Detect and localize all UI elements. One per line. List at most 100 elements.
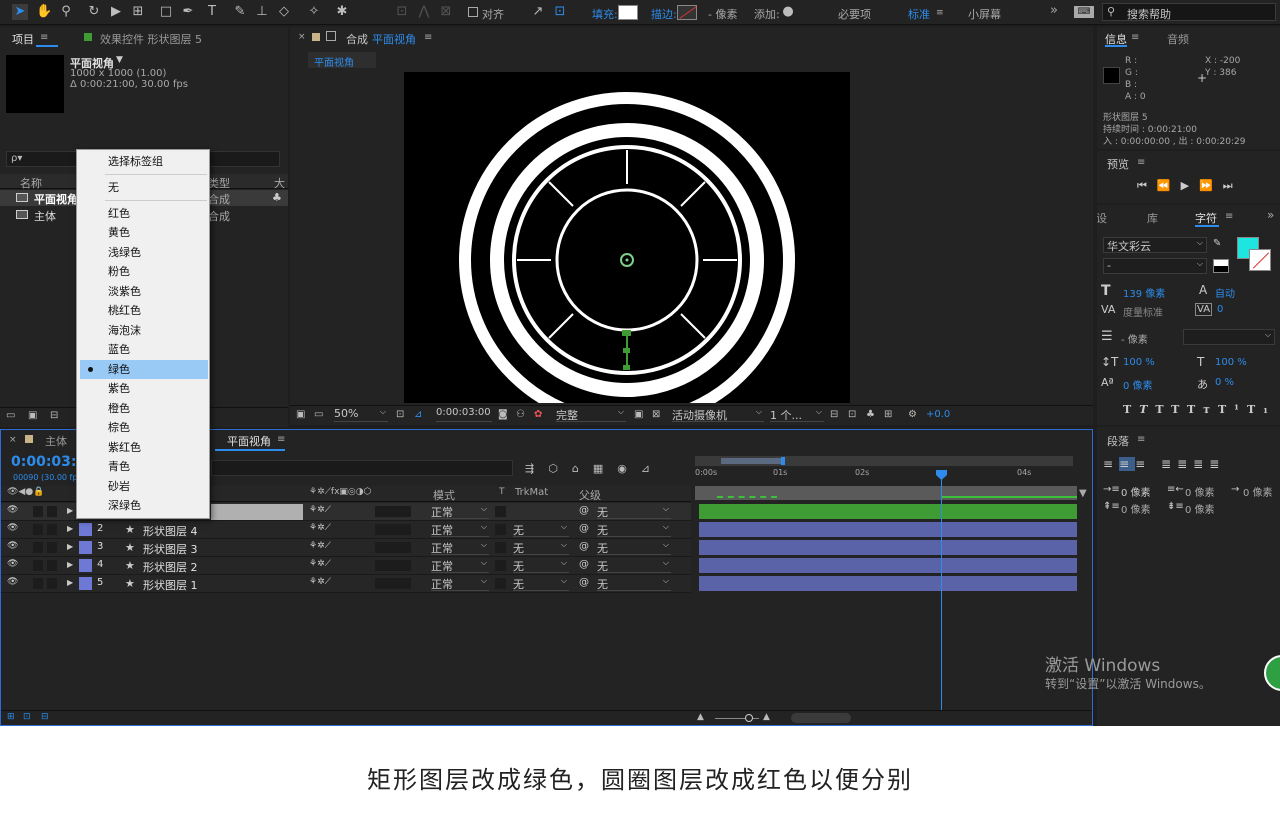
lock-icon[interactable] xyxy=(326,31,336,41)
overflow-icon[interactable]: » xyxy=(1267,208,1274,222)
clone-stamp-tool-icon[interactable]: ⊥ xyxy=(254,4,270,20)
graph-editor-icon[interactable]: ⊿ xyxy=(641,462,664,475)
show-snapshot-icon[interactable]: ⚇ xyxy=(516,409,525,420)
indent-right-field[interactable]: 0 像素 xyxy=(1185,484,1215,499)
menu-label-fuchsia[interactable]: 紫红色 xyxy=(80,438,208,457)
channel-icon[interactable]: ✿ xyxy=(534,409,542,420)
parent-select[interactable]: 无 ⌵ xyxy=(597,576,671,591)
menu-label-none[interactable]: 无 xyxy=(80,178,208,197)
small-caps-icon[interactable]: Tт xyxy=(1187,403,1218,416)
monitor-icon[interactable]: ▭ xyxy=(314,409,323,420)
blend-mode-select[interactable]: 正常 ⌵ xyxy=(431,558,489,573)
frame-blending-icon[interactable]: ▦ xyxy=(593,462,617,475)
lock-toggle[interactable] xyxy=(47,560,57,571)
layer-switches-icon[interactable]: ⚘✲⟋ xyxy=(309,505,331,515)
lock-toggle[interactable] xyxy=(47,506,57,517)
time-ruler[interactable]: 0:00s 01s 02s 04s xyxy=(695,468,1075,484)
workspace-small-screen[interactable]: 小屏幕 xyxy=(968,6,1001,22)
puppet-tool-icon[interactable]: ✱ xyxy=(334,4,350,20)
font-size-field[interactable]: 139 像素 xyxy=(1123,285,1165,300)
comp-tab-name[interactable]: 平面视角 xyxy=(372,31,416,47)
views-select[interactable]: 1 个... ⌵ xyxy=(770,407,824,422)
panel-menu-icon[interactable]: ≡ xyxy=(40,32,48,43)
menu-label-lavender[interactable]: 淡紫色 xyxy=(80,282,208,301)
current-time[interactable]: 0:00:03:00 xyxy=(436,407,492,422)
faux-bold-icon[interactable]: T xyxy=(1123,403,1139,416)
visibility-eye-icon[interactable]: 👁 xyxy=(7,559,18,569)
tab-project[interactable]: 项目 xyxy=(12,31,34,47)
playhead-line[interactable] xyxy=(941,470,942,710)
tsume-field[interactable]: 0 % xyxy=(1215,377,1234,388)
tab-comp[interactable]: 平面视角 xyxy=(227,433,271,449)
workspace-essentials[interactable]: 必要项 xyxy=(838,6,871,22)
visibility-eye-icon[interactable]: 👁 xyxy=(7,541,18,551)
menu-label-red[interactable]: 红色 xyxy=(80,204,208,223)
align-center-icon[interactable]: ≡ xyxy=(1119,457,1136,471)
parent-select[interactable]: 无 ⌵ xyxy=(597,558,671,573)
horizontal-scrollbar[interactable] xyxy=(791,713,851,723)
panel-menu-icon[interactable]: ≡ xyxy=(1137,434,1145,445)
faux-italic-icon[interactable]: T xyxy=(1139,403,1155,416)
panel-menu-icon[interactable]: ≡ xyxy=(1131,32,1139,43)
expand-triangle-icon[interactable]: ▶ xyxy=(67,524,73,533)
motion-blur-icon[interactable]: ◉ xyxy=(617,462,641,475)
expand-triangle-icon[interactable]: ▶ xyxy=(67,542,73,551)
rotate-tool-icon[interactable]: ↻ xyxy=(86,4,102,20)
layer-name-field[interactable] xyxy=(211,504,303,520)
prev-frame-icon[interactable]: ⏪ xyxy=(1157,179,1181,192)
horizontal-scale-field[interactable]: 100 % xyxy=(1215,357,1247,368)
new-folder-icon[interactable]: ▣ xyxy=(28,410,37,421)
solo-toggle[interactable] xyxy=(33,542,43,553)
roto-brush-tool-icon[interactable]: ✧ xyxy=(306,4,322,20)
col-name[interactable]: 名称 xyxy=(20,175,42,191)
expand-triangle-icon[interactable]: ▶ xyxy=(67,578,73,587)
next-frame-icon[interactable]: ⏩ xyxy=(1199,179,1223,192)
col-type[interactable]: 类型 xyxy=(208,175,230,191)
parent-select[interactable]: 无 ⌵ xyxy=(597,540,671,555)
new-comp-icon[interactable]: ⊟ xyxy=(50,410,58,421)
fill-swatch[interactable] xyxy=(618,5,638,20)
stroke-style-select[interactable]: ⌵ xyxy=(1183,329,1275,345)
comp-marker-bin-icon[interactable]: ▼ xyxy=(1079,488,1087,499)
menu-label-dark-green[interactable]: 深绿色 xyxy=(80,496,208,515)
preserve-transparency-toggle[interactable] xyxy=(495,524,506,535)
tab-effects-controls[interactable]: 效果控件 形状图层 5 xyxy=(100,31,202,47)
label-color-swatch[interactable] xyxy=(79,577,92,590)
layer-name[interactable]: 形状图层 3 xyxy=(143,541,198,557)
always-preview-icon[interactable]: ▣ xyxy=(296,409,305,420)
close-icon[interactable]: × xyxy=(298,32,306,42)
justify-left-icon[interactable]: ≣ xyxy=(1161,457,1177,471)
layer-duration-bar[interactable] xyxy=(699,576,1077,591)
camera-tool-icon[interactable]: ▶ xyxy=(108,4,124,20)
leading-field[interactable]: 自动 xyxy=(1215,285,1235,300)
eyedropper-icon[interactable]: ✎ xyxy=(1213,238,1221,249)
layer-name[interactable]: 形状图层 1 xyxy=(143,577,198,593)
layer-row[interactable]: 👁 ▶ 2 ★ 形状图层 4 ⚘✲⟋ 正常 ⌵ 无 ⌵ @ 无 ⌵ xyxy=(1,521,691,539)
stroke-width-field[interactable]: - 像素 xyxy=(1121,331,1148,346)
trkmat-select[interactable]: 无 ⌵ xyxy=(513,540,569,555)
layer-switch-boxes[interactable] xyxy=(375,560,411,571)
swap-colors-icon[interactable] xyxy=(1213,259,1229,273)
pickwhip-icon[interactable]: @ xyxy=(579,577,589,588)
font-style-select[interactable]: - ⌵ xyxy=(1103,258,1207,274)
stroke-swatch[interactable] xyxy=(677,5,697,20)
trkmat-select[interactable]: 无 ⌵ xyxy=(513,576,569,591)
layer-switch-boxes[interactable] xyxy=(375,506,411,517)
comp-viewer[interactable] xyxy=(404,72,850,403)
stroke-width[interactable]: - 像素 xyxy=(708,6,737,22)
hand-tool-icon[interactable]: ✋ xyxy=(36,4,52,20)
visibility-eye-icon[interactable]: 👁 xyxy=(7,523,18,533)
menu-label-sandstone[interactable]: 砂岩 xyxy=(80,477,208,496)
preserve-transparency-toggle[interactable] xyxy=(495,560,506,571)
expand-triangle-icon[interactable]: ▶ xyxy=(67,506,73,515)
tab-presets[interactable]: 预设 xyxy=(1097,210,1107,226)
timeline-icon[interactable]: ⊞ xyxy=(884,409,892,420)
label-color-swatch[interactable] xyxy=(79,559,92,572)
first-frame-icon[interactable]: ⏮ xyxy=(1137,179,1157,192)
col-size[interactable]: 大 xyxy=(274,175,285,191)
layer-row[interactable]: 👁 ▶ 5 ★ 形状图层 1 ⚘✲⟋ 正常 ⌵ 无 ⌵ @ 无 ⌵ xyxy=(1,575,691,593)
exposure-reset-icon[interactable]: ⚙ xyxy=(908,409,917,420)
justify-all-icon[interactable]: ≣ xyxy=(1209,457,1225,471)
region-of-interest-icon[interactable]: ⊡ xyxy=(396,409,404,420)
search-help-field[interactable]: ⚲ 搜索帮助 xyxy=(1102,3,1276,21)
